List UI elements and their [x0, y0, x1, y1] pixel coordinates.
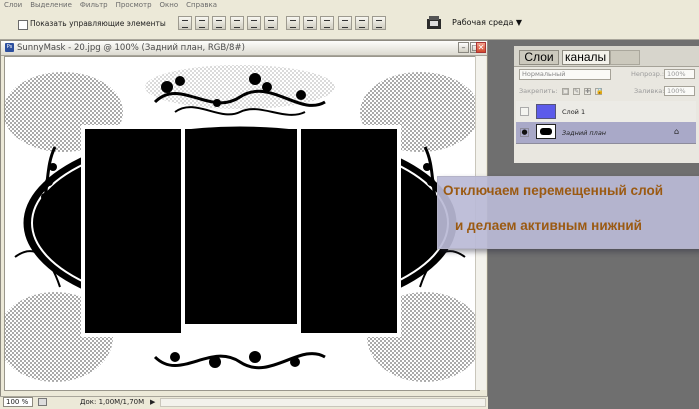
lock-icon: ⌂	[674, 127, 680, 136]
zoom-field[interactable]: 100 %	[3, 397, 33, 407]
lock-position-icon[interactable]: ✚	[584, 88, 591, 95]
distribute-right-icon[interactable]	[372, 16, 386, 30]
menu-help[interactable]: Справка	[182, 0, 221, 11]
callout-line-1: Отключаем перемещенный слой	[443, 183, 664, 198]
distribute-bottom-icon[interactable]	[320, 16, 334, 30]
document-size-info: Док: 1,00M/1,70M	[80, 398, 145, 406]
menu-bar: Слои Выделение Фильтр Просмотр Окно Справка	[0, 0, 699, 11]
lock-pixels-icon[interactable]: ✎	[573, 88, 580, 95]
menu-select[interactable]: Выделение	[26, 0, 76, 11]
align-bottom-icon[interactable]	[212, 16, 226, 30]
distribute-left-icon[interactable]	[338, 16, 352, 30]
align-vcenter-icon[interactable]	[195, 16, 209, 30]
fill-field[interactable]: 100%	[664, 86, 695, 96]
eye-icon[interactable]: ●	[520, 128, 529, 137]
blend-mode-select[interactable]: Нормальный	[519, 69, 611, 80]
menu-view[interactable]: Просмотр	[112, 0, 156, 11]
document-title: SunnyMask - 20.jpg @ 100% (Задний план, …	[17, 43, 245, 53]
align-right-icon[interactable]	[264, 16, 278, 30]
tab-channels[interactable]: каналы	[562, 50, 610, 65]
menu-filter[interactable]: Фильтр	[76, 0, 112, 11]
mask-frame-image	[0, 57, 483, 390]
align-left-icon[interactable]	[230, 16, 244, 30]
workspace-menu[interactable]: Рабочая среда ▼	[452, 16, 522, 30]
distribute-vcenter-icon[interactable]	[303, 16, 317, 30]
opacity-label: Непрозр.:	[631, 70, 665, 78]
status-menu-arrow-icon[interactable]: ▶	[150, 397, 155, 407]
workspace-icon[interactable]	[426, 15, 442, 31]
menu-layers[interactable]: Слои	[0, 0, 26, 11]
lock-transparency-icon[interactable]: □	[562, 88, 569, 95]
minimize-button[interactable]: –	[458, 42, 469, 53]
distribute-hcenter-icon[interactable]	[355, 16, 369, 30]
tab-paths[interactable]	[610, 50, 640, 65]
layer-name-layer1[interactable]: Слой 1	[562, 107, 585, 117]
lock-all-icon[interactable]: 🔒	[595, 88, 603, 95]
show-controls-checkbox[interactable]	[18, 20, 28, 30]
menu-window[interactable]: Окно	[156, 0, 183, 11]
distribute-top-icon[interactable]	[286, 16, 300, 30]
align-hcenter-icon[interactable]	[247, 16, 261, 30]
align-top-icon[interactable]	[178, 16, 192, 30]
close-button[interactable]: ✕	[476, 42, 486, 53]
opacity-field[interactable]: 100%	[664, 69, 695, 79]
background-layer-thumbnail	[536, 124, 556, 139]
callout-line-2: и делаем активным нижний	[455, 218, 642, 233]
tab-layers[interactable]: Слои	[519, 50, 559, 65]
lock-label: Закрепить:	[519, 87, 558, 95]
fill-label: Заливка:	[634, 87, 665, 95]
show-controls-label: Показать управляющие элементы	[30, 19, 166, 28]
visibility-toggle-layer1[interactable]	[520, 107, 529, 116]
horizontal-scrollbar[interactable]	[160, 398, 486, 407]
document-canvas[interactable]	[0, 56, 483, 391]
status-icon[interactable]	[38, 398, 47, 406]
photoshop-icon: Ps	[5, 43, 14, 52]
layer1-thumbnail	[536, 104, 556, 119]
layer-name-background[interactable]: Задний план	[562, 128, 606, 138]
